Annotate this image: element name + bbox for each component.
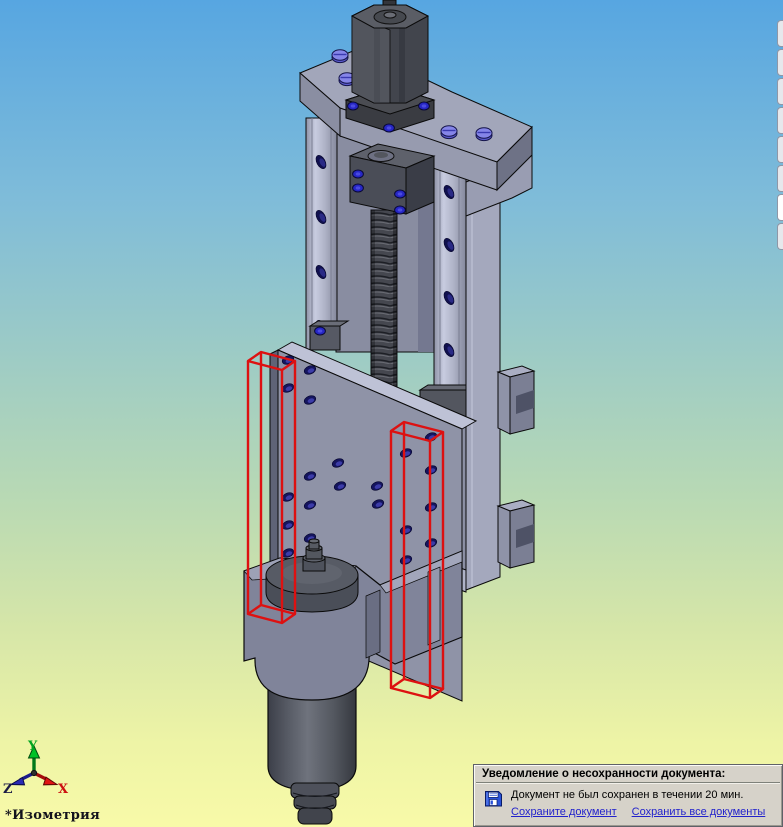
- orientation-triad: Y X Z: [3, 739, 69, 797]
- button-screw: [475, 127, 493, 142]
- notification-message: Документ не был сохранен в течении 20 ми…: [511, 789, 744, 801]
- docked-toolbar-button[interactable]: [777, 20, 783, 47]
- docked-toolbar-button[interactable]: [777, 49, 783, 76]
- button-screw: [331, 49, 349, 64]
- docked-toolbar-button[interactable]: [777, 107, 783, 134]
- stepper-motor[interactable]: [344, 0, 436, 133]
- docked-toolbar-button[interactable]: [777, 223, 783, 250]
- linear-rail-left[interactable]: [305, 117, 338, 351]
- bearing-block[interactable]: [348, 143, 436, 215]
- ball-screw[interactable]: [370, 209, 398, 393]
- save-document-link[interactable]: Сохраните документ: [511, 806, 617, 818]
- axis-x-label: X: [58, 782, 69, 797]
- axis-y-label: Y: [27, 739, 38, 754]
- docked-toolbar-button-active[interactable]: [777, 194, 783, 221]
- notification-title: Уведомление о несохранности документа:: [482, 768, 726, 780]
- t-slot-block: [496, 365, 536, 435]
- model-3d-view[interactable]: Y X Z: [0, 0, 783, 827]
- collet-chuck[interactable]: [290, 782, 340, 825]
- button-screw: [440, 125, 458, 140]
- save-all-documents-link[interactable]: Сохранить все документы: [632, 806, 766, 818]
- unsaved-document-notification: Уведомление о несохранности документа: Д…: [473, 764, 783, 827]
- docked-toolbar-button[interactable]: [777, 136, 783, 163]
- cad-viewport[interactable]: Y X Z *Изометрия Уведомление о несохранн…: [0, 0, 783, 827]
- docked-toolbar-button[interactable]: [777, 78, 783, 105]
- view-orientation-label: *Изометрия: [5, 808, 101, 823]
- axis-z-label: Z: [3, 782, 13, 797]
- t-slot-block: [496, 499, 536, 569]
- docked-toolbar-button[interactable]: [777, 165, 783, 192]
- floppy-disk-icon: [485, 791, 502, 807]
- docked-toolbar-edge: [777, 20, 783, 252]
